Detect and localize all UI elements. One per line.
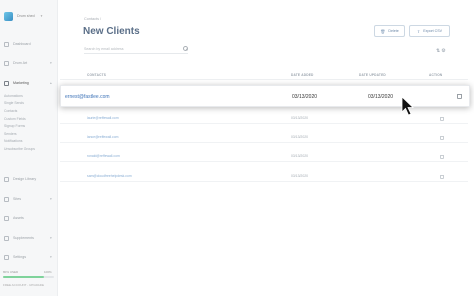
sidebar-subitem-unsubscribe-groups[interactable]: Unsubscribe Groups	[4, 147, 35, 151]
delete-button[interactable]: 🗑 Delete	[374, 25, 405, 37]
date-added: 03/13/2020	[291, 174, 308, 178]
date-added: 03/13/2020	[292, 94, 318, 100]
usage-progress-bar	[3, 276, 54, 278]
sidebar-item-sites[interactable]: Sites ▾	[4, 195, 52, 203]
table-header: CONTACTS DATE ADDED DATE UPDATED ACTION	[60, 72, 468, 80]
contact-email[interactable]: lance@reffewall.com	[87, 135, 118, 139]
supplements-icon	[4, 235, 9, 241]
column-header-date-added[interactable]: DATE ADDED	[291, 73, 314, 77]
megaphone-icon	[4, 80, 9, 86]
sidebar-item-label: Marketing	[13, 81, 29, 85]
usage-progress-fill	[3, 276, 44, 278]
sidebar-item-settings[interactable]: Settings ▾	[4, 253, 52, 261]
breadcrumb[interactable]: Contacts /	[84, 17, 101, 21]
sidebar-subitem-custom-fields[interactable]: Custom Fields	[4, 117, 26, 121]
gear-icon	[4, 254, 9, 260]
trash-icon[interactable]	[440, 136, 444, 140]
dashboard-icon	[4, 41, 9, 47]
mouse-cursor-icon	[401, 96, 414, 116]
plan-upgrade-link[interactable]: FREE ACCOUNT - UPGRADE	[3, 283, 44, 287]
search-placeholder: Search by email address	[84, 46, 124, 51]
trash-icon: 🗑	[380, 28, 386, 34]
sidebar-item-dashboard[interactable]: Dashboard	[4, 40, 31, 48]
table-row[interactable]: sam@cloudfreehelpdesk.com 03/13/2020	[60, 170, 468, 182]
chevron-down-icon: ▾	[50, 255, 52, 259]
sidebar-item-supplements[interactable]: Supplements ▾	[4, 234, 52, 242]
trash-icon[interactable]	[440, 155, 444, 159]
column-header-action: ACTION	[429, 73, 443, 77]
table-row[interactable]: lance@reffewall.com 03/13/2020	[60, 131, 468, 143]
page-title: New Clients	[83, 26, 140, 37]
contact-email[interactable]: ernest@fastlee.com	[65, 94, 110, 100]
sidebar-subitem-automations[interactable]: Automations	[4, 94, 23, 98]
assets-icon	[4, 215, 9, 221]
search-input[interactable]: Search by email address	[84, 44, 188, 54]
chevron-up-icon: ▴	[50, 81, 52, 85]
column-header-date-updated[interactable]: DATE UPDATED	[359, 73, 386, 77]
sidebar-item-label: Sites	[13, 197, 21, 201]
sidebar-subitem-notifications[interactable]: Notifications	[4, 139, 22, 143]
contact-email[interactable]: sam@cloudfreehelpdesk.com	[87, 174, 132, 178]
trash-icon[interactable]	[440, 117, 444, 121]
sidebar-item-label: Design Library	[13, 177, 37, 181]
date-added: 03/13/2020	[291, 154, 308, 158]
export-button-label: Export CSV	[423, 29, 443, 33]
export-icon: ⇪	[416, 28, 421, 34]
sidebar-subitem-signup-forms[interactable]: Signup Forms	[4, 124, 25, 128]
brand[interactable]: Drum shed ▾	[4, 11, 42, 21]
date-updated: 03/13/2020	[368, 94, 394, 100]
chevron-down-icon[interactable]: ▾	[41, 14, 43, 18]
date-added: 03/13/2020	[291, 116, 308, 120]
sidebar-subitem-single-sends[interactable]: Single Sends	[4, 101, 24, 105]
date-added: 03/13/2020	[291, 135, 308, 139]
sidebar-item-drum-art[interactable]: Drum Art ▾	[4, 59, 52, 67]
brand-name: Drum shed	[17, 14, 35, 18]
palette-icon	[4, 176, 9, 182]
drum-icon	[4, 60, 9, 66]
sidebar-item-label: Settings	[13, 255, 26, 259]
edit-pencil-icon[interactable]: ✎	[136, 28, 139, 33]
sidebar-subitem-contacts[interactable]: Contacts	[4, 109, 17, 113]
delete-button-label: Delete	[388, 29, 399, 33]
usage-label: 80% USED	[3, 270, 19, 274]
chevron-down-icon: ▾	[50, 236, 52, 240]
column-header-contacts[interactable]: CONTACTS	[87, 73, 106, 77]
sidebar-item-assets[interactable]: Assets	[4, 214, 24, 222]
sidebar-item-label: Dashboard	[13, 42, 31, 46]
sidebar: Drum shed ▾ Dashboard Drum Art ▾ Marketi…	[0, 0, 58, 296]
trash-icon[interactable]	[440, 175, 444, 179]
sidebar-item-label: Supplements	[13, 236, 34, 240]
contact-email[interactable]: laurie@reffewall.com	[87, 116, 119, 120]
brand-logo-icon	[4, 11, 13, 21]
sidebar-item-design-library[interactable]: Design Library	[4, 175, 36, 183]
sidebar-item-marketing[interactable]: Marketing ▴	[4, 79, 52, 87]
sidebar-item-label: Drum Art	[13, 61, 28, 65]
contact-email[interactable]: ronald@reffewall.com	[87, 154, 120, 158]
sort-filter-icon[interactable]: ⇅⚙	[436, 48, 447, 54]
export-csv-button[interactable]: ⇪ Export CSV	[409, 25, 450, 37]
table-row[interactable]: ronald@reffewall.com 03/13/2020	[60, 150, 468, 162]
sidebar-subitem-senders[interactable]: Senders	[4, 132, 17, 136]
chevron-down-icon: ▾	[50, 61, 52, 65]
sidebar-item-label: Assets	[13, 216, 24, 220]
chevron-down-icon: ▾	[50, 197, 52, 201]
sites-icon	[4, 196, 9, 202]
search-icon[interactable]	[183, 46, 188, 51]
trash-icon[interactable]	[457, 94, 462, 99]
usage-percent: 100%	[44, 270, 52, 274]
